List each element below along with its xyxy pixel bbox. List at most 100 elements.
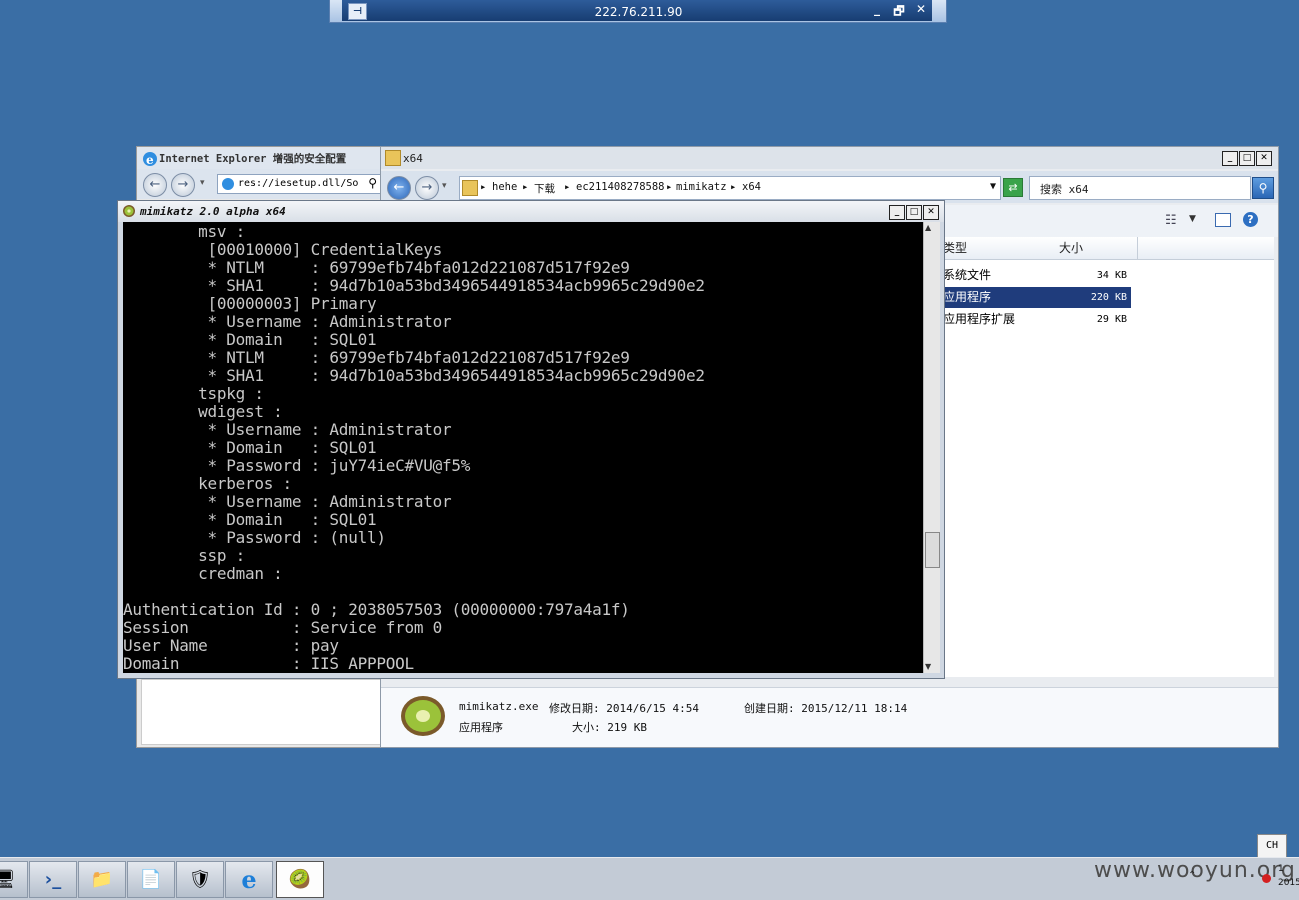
powershell-icon[interactable]: ›_: [29, 861, 77, 898]
minimize-button[interactable]: _: [1222, 151, 1238, 166]
breadcrumb-item-hehe[interactable]: hehe: [492, 181, 517, 193]
column-type[interactable]: 类型: [941, 237, 1056, 260]
details-pane: mimikatz.exe 修改日期: 2014/6/15 4:54 创建日期: …: [381, 687, 1278, 747]
ie-address-text: res://iesetup.dll/So: [238, 178, 359, 189]
chevron-down-icon[interactable]: ▼: [1189, 214, 1196, 224]
show-hidden-icons-icon[interactable]: ⌃: [1188, 870, 1196, 881]
console-line: * Username : Administrator: [123, 312, 452, 331]
console-title-bar[interactable]: mimikatz 2.0 alpha x64 _ □ ✕: [118, 201, 944, 222]
maximize-button[interactable]: □: [1239, 151, 1255, 166]
help-icon[interactable]: ?: [1243, 212, 1258, 227]
mimikatz-icon[interactable]: 🥝: [276, 861, 324, 898]
breadcrumb-item-x64[interactable]: x64: [742, 181, 761, 193]
details-filename: mimikatz.exe: [459, 700, 539, 713]
clock[interactable]: 1 2015: [1278, 862, 1299, 890]
forward-icon[interactable]: →: [171, 173, 195, 197]
scroll-down-icon[interactable]: ▼: [925, 662, 931, 671]
back-icon[interactable]: ←: [387, 176, 411, 200]
svg-text:e: e: [146, 153, 154, 167]
breadcrumb-item-folder[interactable]: ec211408278588: [576, 181, 665, 193]
details-modified: 修改日期: 2014/6/15 4:54: [549, 702, 699, 715]
ie-address-bar[interactable]: res://iesetup.dll/So ⚲: [217, 174, 381, 194]
notepad-icon[interactable]: 📄: [127, 861, 175, 898]
explorer-icon[interactable]: 📁: [78, 861, 126, 898]
kiwi-icon: [123, 205, 135, 217]
console-line: * Password : juY74ieC#VU@f5%: [123, 456, 471, 475]
scroll-up-icon[interactable]: ▲: [925, 223, 931, 232]
console-line: * Domain : SQL01: [123, 438, 377, 457]
console-window: mimikatz 2.0 alpha x64 _ □ ✕ msv : [0001…: [117, 200, 945, 679]
language-indicator[interactable]: CH: [1257, 834, 1287, 858]
ie-icon[interactable]: e: [225, 861, 273, 898]
search-icon[interactable]: ⚲: [1252, 177, 1274, 199]
clock-time: 1: [1278, 864, 1284, 874]
breadcrumb-item-download[interactable]: 下载: [534, 181, 555, 196]
console-output[interactable]: msv : [00010000] CredentialKeys * NTLM :…: [123, 222, 923, 673]
kiwi-icon: [401, 696, 445, 736]
back-icon[interactable]: ←: [143, 173, 167, 197]
page-icon: [222, 178, 234, 190]
breadcrumb[interactable]: ▸ hehe ▸ 下载 ▸ ec211408278588 ▸ mimikatz …: [459, 176, 1001, 200]
list-item[interactable]: 系统文件 34 KB: [941, 265, 1131, 286]
breadcrumb-item-mimikatz[interactable]: mimikatz: [676, 181, 727, 193]
console-line: * Username : Administrator: [123, 492, 452, 511]
forward-icon[interactable]: →: [415, 176, 439, 200]
explorer-title-bar[interactable]: x64 _ □ ✕: [381, 147, 1278, 169]
details-size: 大小: 219 KB: [572, 721, 647, 734]
console-line: wdigest :: [123, 402, 283, 421]
close-button[interactable]: ✕: [1256, 151, 1272, 166]
rdp-minimize-button[interactable]: _: [869, 2, 885, 16]
console-line: [00010000] CredentialKeys: [123, 240, 443, 259]
console-line: * Username : Administrator: [123, 420, 452, 439]
console-line: ssp :: [123, 546, 245, 565]
search-icon[interactable]: ⚲: [368, 176, 377, 190]
details-created: 创建日期: 2015/12/11 18:14: [744, 702, 908, 715]
minimize-button[interactable]: _: [889, 205, 905, 220]
search-input[interactable]: 搜索 x64: [1029, 176, 1251, 200]
console-line: kerberos :: [123, 474, 292, 493]
ie-title-bar[interactable]: e Internet Explorer 增强的安全配置: [137, 147, 382, 169]
scrollbar-thumb[interactable]: [925, 532, 940, 568]
search-placeholder: 搜索 x64: [1040, 183, 1089, 196]
console-line: Authentication Id : 0 ; 2038057503 (0000…: [123, 600, 630, 619]
control-panel-icon[interactable]: 🛡: [176, 861, 224, 898]
console-line: * NTLM : 69799efb74bfa012d221087d517f92e…: [123, 348, 630, 367]
console-line: User Name : pay: [123, 636, 339, 655]
console-line: * SHA1 : 94d7b10a53bd3496544918534acb996…: [123, 276, 705, 295]
chevron-down-icon[interactable]: ▾: [200, 178, 205, 188]
console-lines: msv : [00010000] CredentialKeys * NTLM :…: [123, 223, 705, 673]
file-list: 类型 大小 系统文件 34 KB 应用程序 220 KB 应用程序扩展 29 K…: [941, 237, 1274, 677]
rdp-restore-button[interactable]: 🗗: [891, 2, 907, 23]
console-title: mimikatz 2.0 alpha x64: [140, 205, 286, 218]
ie-logo-icon: e: [143, 152, 157, 167]
server-manager-icon[interactable]: 🖥: [0, 861, 28, 898]
chevron-down-icon[interactable]: ▾: [442, 181, 447, 191]
scrollbar[interactable]: ▲ ▼: [923, 222, 940, 673]
network-warning-icon[interactable]: [1262, 874, 1271, 883]
console-line: * Domain : SQL01: [123, 510, 377, 529]
console-line: * NTLM : 69799efb74bfa012d221087d517f92e…: [123, 258, 630, 277]
console-line: tspkg :: [123, 384, 264, 403]
preview-pane-icon[interactable]: [1215, 213, 1231, 227]
console-line: Domain : IIS APPPOOL: [123, 654, 414, 673]
close-button[interactable]: ✕: [923, 205, 939, 220]
console-line: credman :: [123, 564, 283, 583]
folder-icon: [385, 150, 401, 166]
column-empty: [1138, 237, 1274, 260]
view-options-icon[interactable]: ☷: [1165, 213, 1177, 228]
list-item-selected[interactable]: 应用程序 220 KB: [941, 287, 1131, 308]
list-item[interactable]: 应用程序扩展 29 KB: [941, 309, 1131, 330]
folder-icon: [462, 180, 478, 196]
rdp-close-button[interactable]: ✕: [913, 2, 929, 16]
details-kind: 应用程序: [459, 721, 503, 734]
ie-title: Internet Explorer 增强的安全配置: [159, 153, 347, 165]
maximize-button[interactable]: □: [906, 205, 922, 220]
console-line: Session : Service from 0: [123, 618, 443, 637]
ie-page-content: [141, 679, 381, 745]
chevron-down-icon[interactable]: ▼: [990, 181, 996, 192]
console-line: * SHA1 : 94d7b10a53bd3496544918534acb996…: [123, 366, 705, 385]
column-size[interactable]: 大小: [1055, 237, 1138, 260]
console-line: [00000003] Primary: [123, 294, 377, 313]
refresh-icon[interactable]: ⇄: [1003, 178, 1023, 197]
